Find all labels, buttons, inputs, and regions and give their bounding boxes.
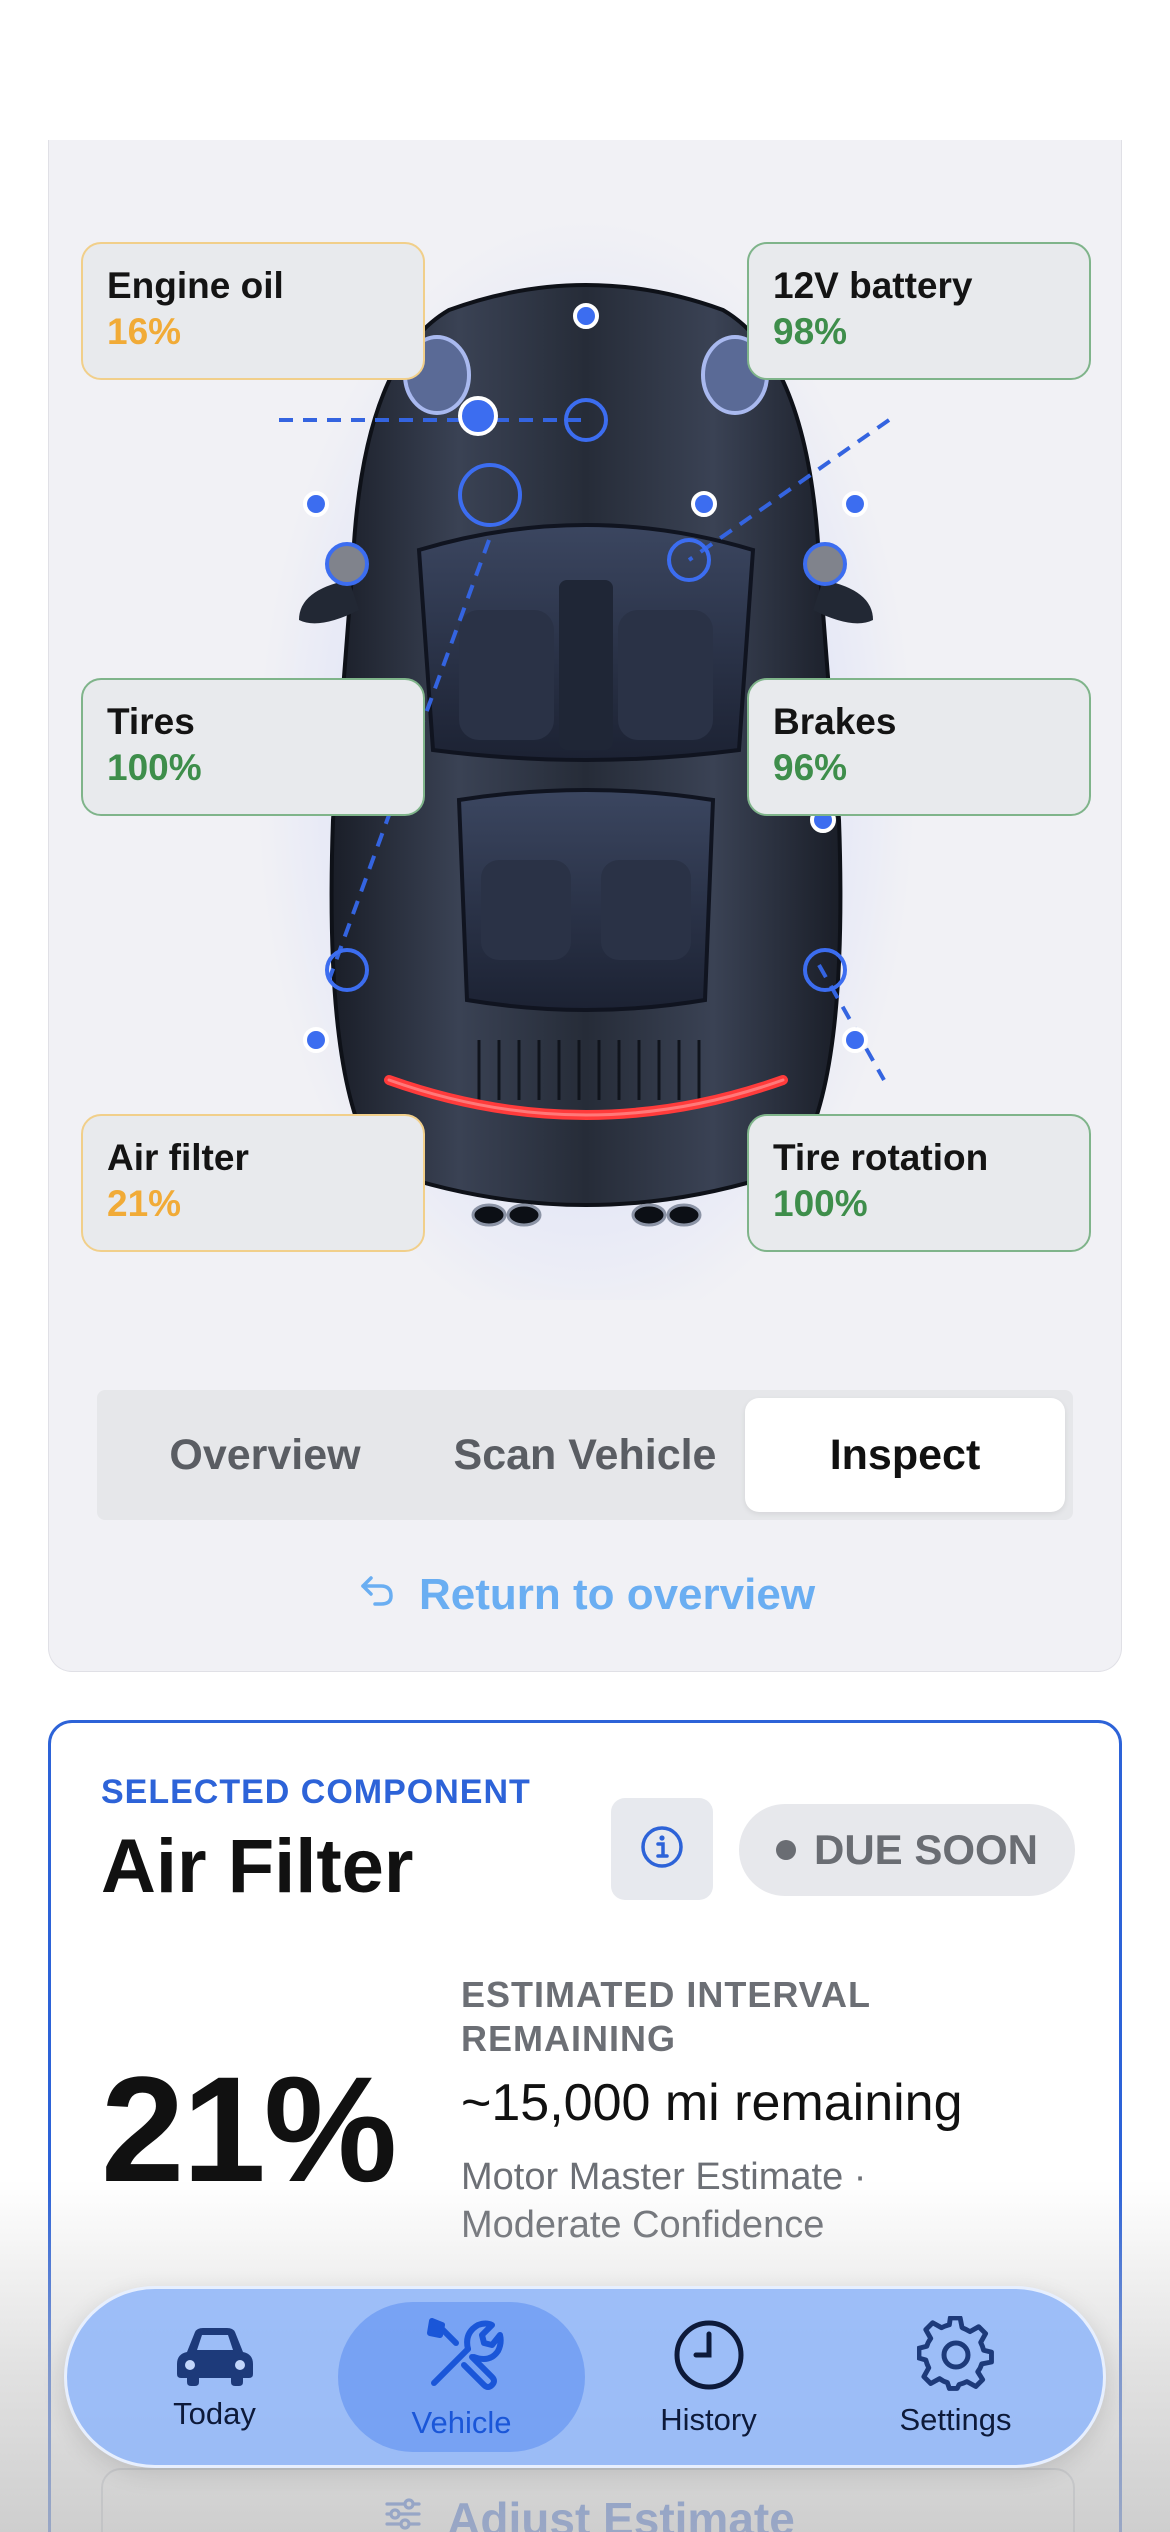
sliders-icon [381, 2492, 425, 2532]
tab-label: Settings [899, 2402, 1012, 2437]
view-mode-segmented-control: Overview Scan Vehicle Inspect [97, 1390, 1073, 1520]
return-to-overview-link[interactable]: Return to overview [49, 1560, 1121, 1630]
component-percent: 21% [101, 2045, 397, 2213]
tab-settings[interactable]: Settings [832, 2302, 1079, 2452]
return-link-label: Return to overview [418, 1570, 816, 1619]
metric-value: 16% [107, 311, 182, 352]
adjust-estimate-label: Adjust Estimate [447, 2493, 795, 2532]
status-label: DUE SOON [813, 1826, 1039, 1873]
tab-history[interactable]: History [585, 2302, 832, 2452]
adjust-estimate-button[interactable]: Adjust Estimate [101, 2468, 1075, 2532]
interval-value: ~15,000 mi remaining [461, 2074, 963, 2132]
metric-label: Tire rotation [773, 1137, 989, 1178]
tab-label: Vehicle [411, 2405, 512, 2440]
info-button[interactable] [611, 1798, 713, 1900]
tools-icon [420, 2313, 504, 2397]
segment-inspect[interactable]: Inspect [745, 1398, 1065, 1512]
segment-overview[interactable]: Overview [105, 1398, 425, 1512]
metric-card-tires[interactable]: Tires 100% [81, 678, 425, 816]
metric-label: Brakes [773, 701, 897, 742]
segment-scan-vehicle[interactable]: Scan Vehicle [425, 1398, 745, 1512]
tab-vehicle[interactable]: Vehicle [338, 2302, 585, 2452]
info-icon [639, 1824, 685, 1875]
interval-label: ESTIMATED INTERVAL REMAINING [461, 1974, 871, 2059]
metric-card-air-filter[interactable]: Air filter 21% [81, 1114, 425, 1252]
metric-value: 96% [773, 747, 848, 788]
gear-icon [916, 2316, 995, 2394]
metric-value: 100% [107, 747, 202, 788]
metric-value: 98% [773, 311, 848, 352]
tab-bar: Today Vehicle History Settings [64, 2286, 1106, 2468]
metric-value: 21% [107, 1183, 182, 1224]
metric-label: Engine oil [107, 265, 284, 306]
metric-card-battery[interactable]: 12V battery 98% [747, 242, 1091, 380]
metric-card-tire-rotation[interactable]: Tire rotation 100% [747, 1114, 1091, 1252]
component-title: Air Filter [101, 1824, 414, 1909]
metric-label: 12V battery [773, 265, 973, 306]
car-diagram: Engine oil 16% 12V battery 98% Tires 100… [49, 140, 1121, 1300]
metric-label: Air filter [107, 1137, 249, 1178]
card-eyebrow: SELECTED COMPONENT [101, 1773, 531, 1811]
metric-card-engine-oil[interactable]: Engine oil 16% [81, 242, 425, 380]
return-arrow-icon [357, 1570, 397, 1621]
tab-today[interactable]: Today [91, 2302, 338, 2452]
estimate-source: Motor Master Estimate · Moderate Confide… [461, 2156, 867, 2246]
car-icon [173, 2322, 257, 2388]
clock-icon [670, 2316, 748, 2394]
metric-label: Tires [107, 701, 195, 742]
vehicle-panel: Engine oil 16% 12V battery 98% Tires 100… [48, 140, 1122, 1672]
status-dot-icon [775, 1840, 796, 1860]
tab-label: History [660, 2402, 757, 2437]
status-badge: DUE SOON [739, 1804, 1075, 1896]
metric-value: 100% [773, 1183, 868, 1224]
metric-card-brakes[interactable]: Brakes 96% [747, 678, 1091, 816]
tab-label: Today [173, 2396, 256, 2431]
